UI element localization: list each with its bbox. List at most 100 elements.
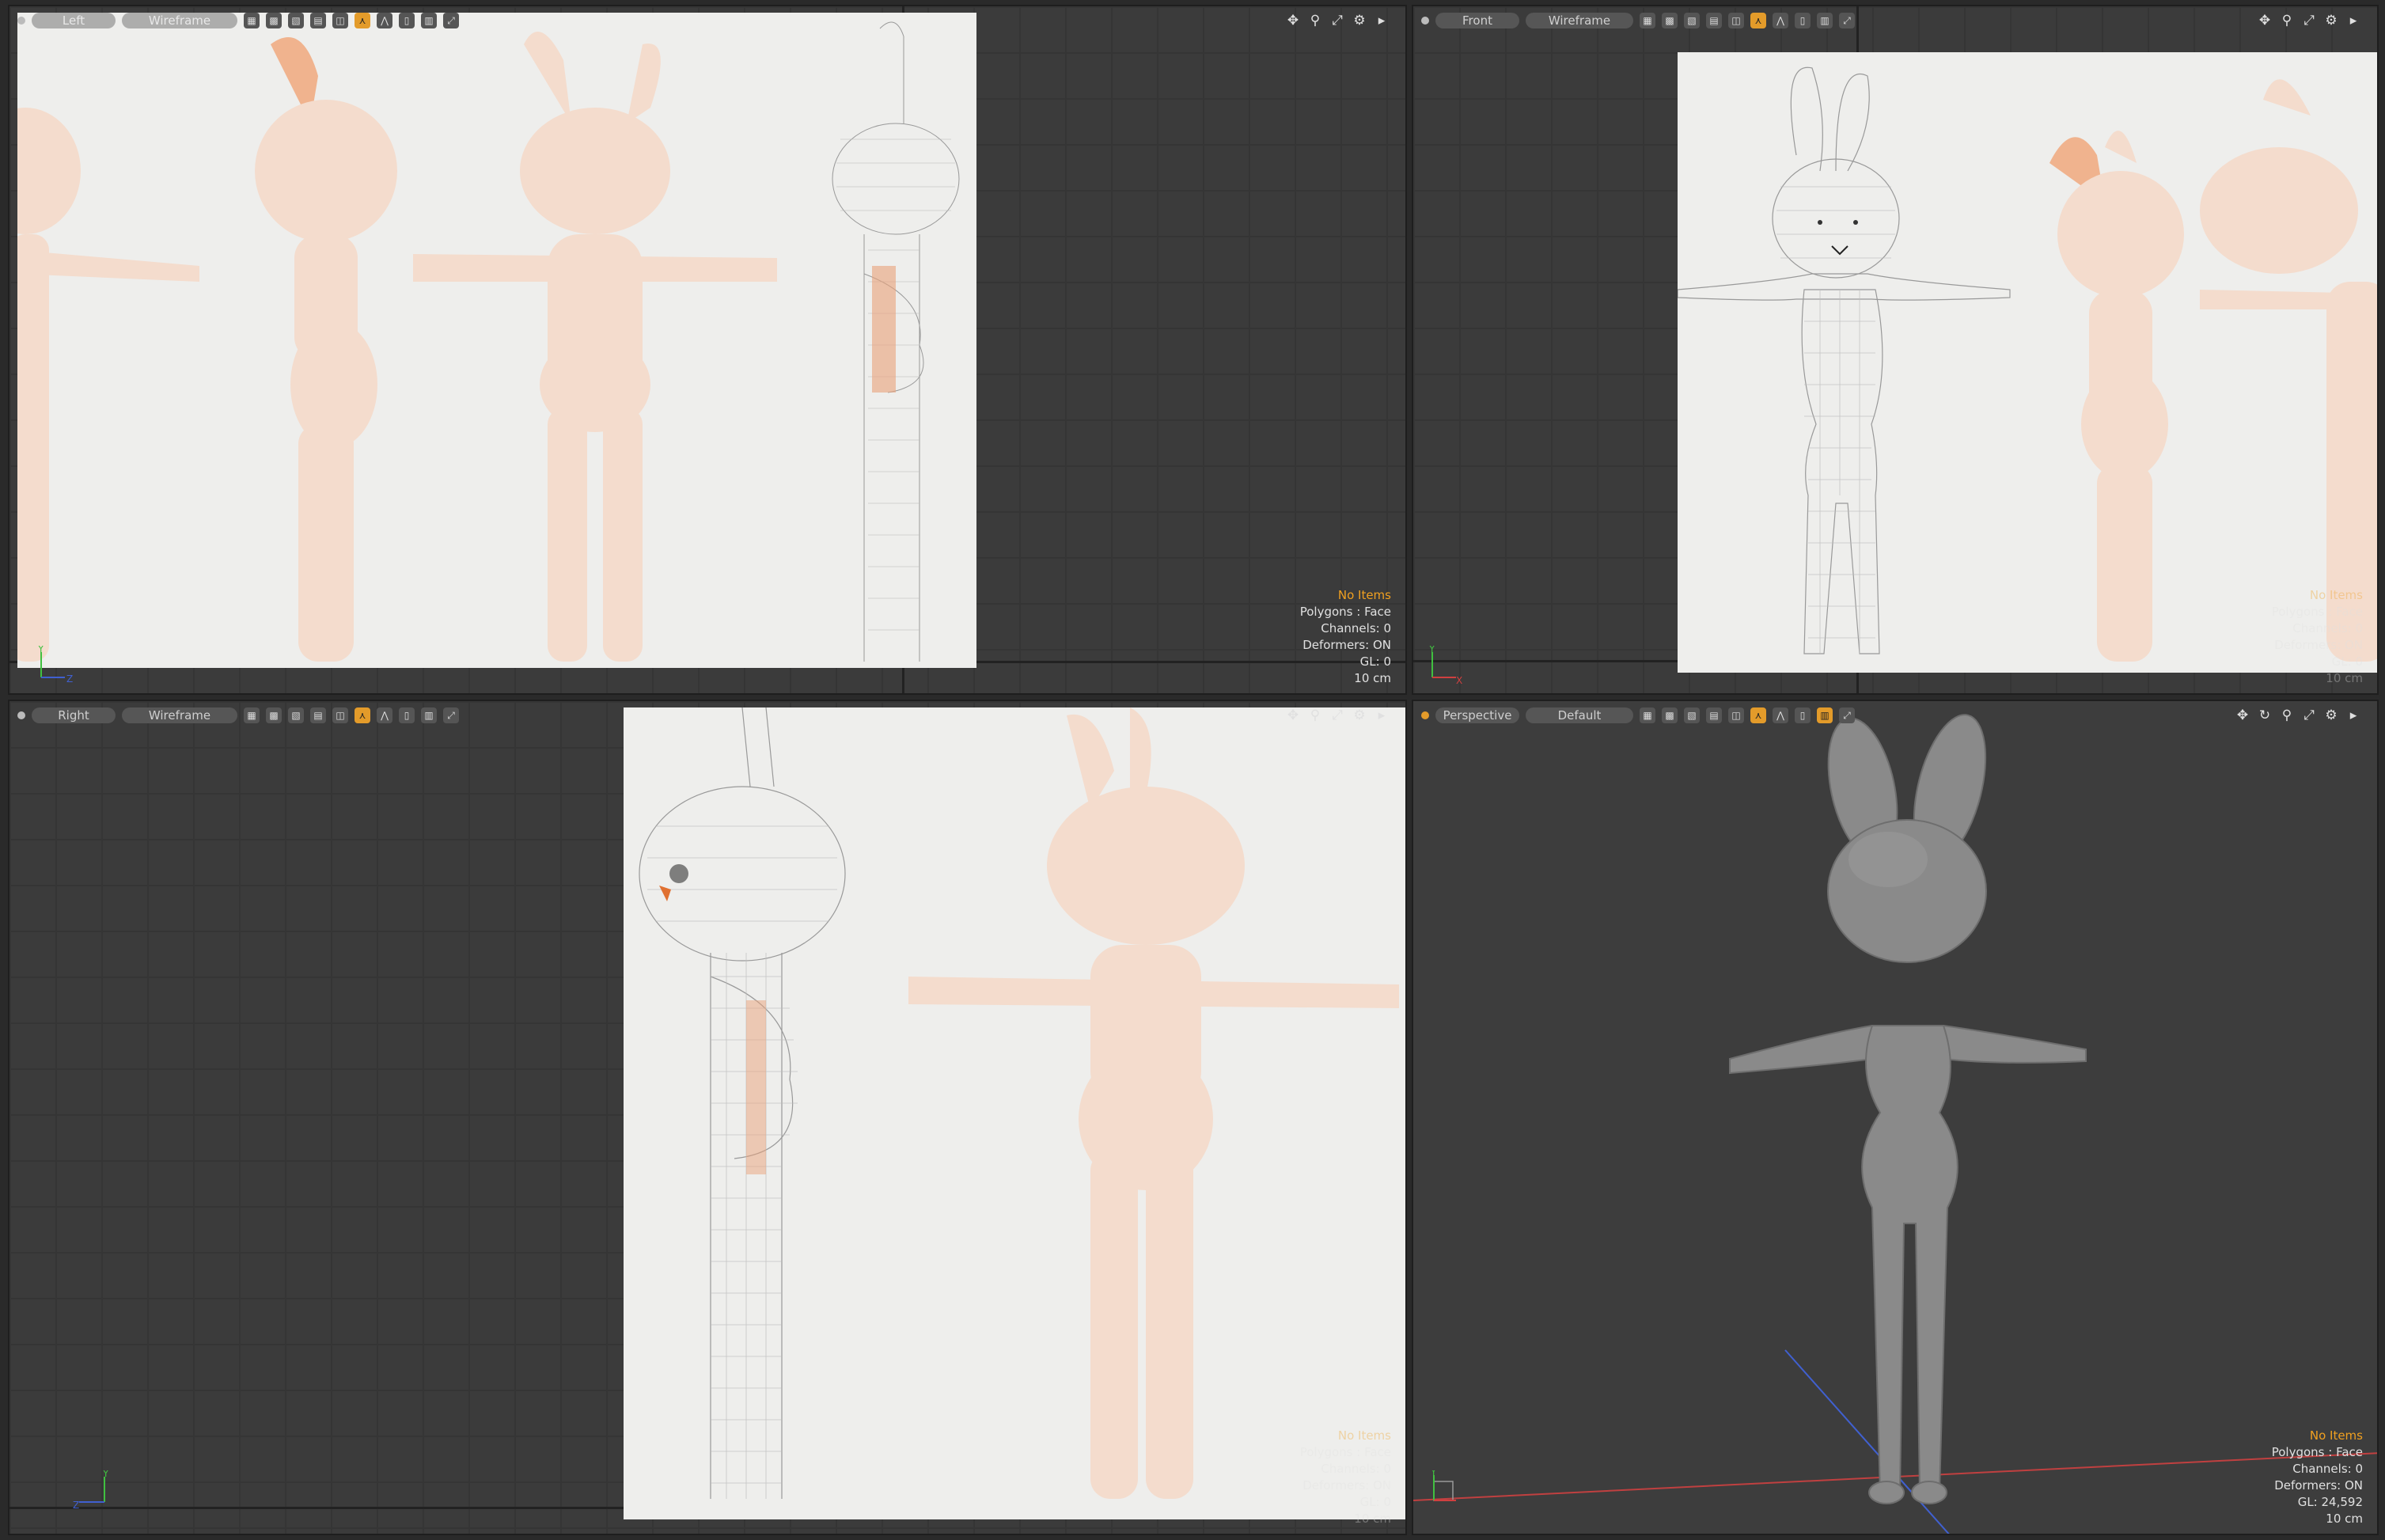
navigation-controls: ✥ ⚲ ⤢ ⚙ ▸ [1285, 707, 1390, 723]
info-polygons: Polygons : Face [2271, 1445, 2363, 1459]
viewport-right[interactable]: Right Wireframe ▦ ▩ ▧ ▤ ◫ ⋏ ⋀ ▯ ▥ ⤢ ✥ ⚲ … [8, 700, 1407, 1535]
lock-toggle-icon[interactable]: ▯ [1795, 707, 1811, 723]
vertices-toggle-icon[interactable]: ▤ [310, 707, 326, 723]
axis-label-y: Y [37, 646, 44, 654]
layers-toggle-icon[interactable]: ▥ [1817, 13, 1833, 28]
viewport-info: No Items Polygons : Face Channels: 0 Def… [2272, 587, 2363, 687]
layers-toggle-icon[interactable]: ▥ [421, 707, 437, 723]
info-scale: 10 cm [1354, 671, 1391, 685]
lock-toggle-icon[interactable]: ▯ [399, 13, 415, 28]
display-toggle-icon[interactable]: ⋏ [355, 13, 370, 28]
info-polygons: Polygons : Face [2271, 605, 2363, 619]
chevron-right-icon[interactable]: ▸ [1374, 707, 1390, 723]
wireframe-toggle-icon[interactable]: ▦ [244, 707, 260, 723]
viewport-menu-dot[interactable] [1421, 17, 1429, 25]
edges-toggle-icon[interactable]: ▧ [288, 13, 304, 28]
wireframe-toggle-icon[interactable]: ▦ [1640, 13, 1655, 28]
edges-toggle-icon[interactable]: ▧ [288, 707, 304, 723]
view-type-dropdown[interactable]: Left [32, 13, 116, 28]
bunny-side-wireframe [639, 707, 1399, 1499]
vertices-toggle-icon[interactable]: ▤ [1706, 707, 1722, 723]
grid-toggle-icon[interactable]: ▩ [1662, 707, 1678, 723]
options-toggle-icon[interactable]: ⤢ [443, 707, 459, 723]
options-toggle-icon[interactable]: ⤢ [1839, 707, 1855, 723]
shading-dropdown[interactable]: Wireframe [122, 13, 237, 28]
pan-icon[interactable]: ✥ [1285, 13, 1301, 28]
axis-label-z: Z [73, 1500, 79, 1510]
snap-toggle-icon[interactable]: ⋀ [1773, 13, 1788, 28]
fit-icon[interactable]: ⤢ [1329, 707, 1345, 723]
zoom-icon[interactable]: ⚲ [1307, 707, 1323, 723]
gear-icon[interactable]: ⚙ [2323, 13, 2339, 28]
fit-icon[interactable]: ⤢ [1329, 13, 1345, 28]
wireframe-toggle-icon[interactable]: ▦ [244, 13, 260, 28]
snap-toggle-icon[interactable]: ⋀ [377, 707, 392, 723]
pan-icon[interactable]: ✥ [2235, 707, 2250, 723]
pan-icon[interactable]: ✥ [2257, 13, 2273, 28]
info-selection: No Items [2309, 1428, 2363, 1443]
chevron-right-icon[interactable]: ▸ [1374, 13, 1390, 28]
pan-icon[interactable]: ✥ [1285, 707, 1301, 723]
axis-gizmo: Y [1430, 1470, 1456, 1501]
viewport-perspective[interactable]: Perspective Default ▦ ▩ ▧ ▤ ◫ ⋏ ⋀ ▯ ▥ ⤢ … [1412, 700, 2379, 1535]
info-selection: No Items [1337, 1428, 1391, 1443]
shading-dropdown[interactable]: Wireframe [1526, 13, 1633, 28]
viewport-menu-dot[interactable] [17, 711, 25, 719]
viewport-toolbar: Right Wireframe ▦ ▩ ▧ ▤ ◫ ⋏ ⋀ ▯ ▥ ⤢ [9, 701, 1405, 730]
view-type-dropdown[interactable]: Perspective [1435, 707, 1519, 723]
snap-toggle-icon[interactable]: ⋀ [377, 13, 392, 28]
display-toggle-icon[interactable]: ⋏ [1750, 13, 1766, 28]
fit-icon[interactable]: ⤢ [2301, 13, 2317, 28]
navigation-controls: ✥ ⚲ ⤢ ⚙ ▸ [2257, 13, 2361, 28]
gear-icon[interactable]: ⚙ [1352, 13, 1367, 28]
viewport-menu-dot[interactable] [17, 17, 25, 25]
backdrop-toggle-icon[interactable]: ◫ [1728, 13, 1744, 28]
shading-dropdown[interactable]: Wireframe [122, 707, 237, 723]
info-gl: GL: 0 [2331, 654, 2363, 669]
grid-toggle-icon[interactable]: ▩ [266, 13, 282, 28]
viewport-menu-dot[interactable] [1421, 711, 1429, 719]
perspective-scene [1413, 714, 2377, 1534]
backdrop-toggle-icon[interactable]: ◫ [1728, 707, 1744, 723]
axis-gizmo: Y Z [73, 1470, 109, 1510]
viewport-info: No Items Polygons : Face Channels: 0 Def… [1300, 1428, 1391, 1527]
chevron-right-icon[interactable]: ▸ [2345, 13, 2361, 28]
zoom-icon[interactable]: ⚲ [2279, 13, 2295, 28]
viewport-toolbar: Left Wireframe ▦ ▩ ▧ ▤ ◫ ⋏ ⋀ ▯ ▥ ⤢ [9, 6, 1405, 35]
zoom-icon[interactable]: ⚲ [1307, 13, 1323, 28]
info-selection: No Items [2309, 588, 2363, 602]
layers-toggle-icon[interactable]: ▥ [421, 13, 437, 28]
info-polygons: Polygons : Face [1299, 1445, 1391, 1459]
backdrop-toggle-icon[interactable]: ◫ [332, 13, 348, 28]
info-channels: Channels: 0 [1321, 1462, 1391, 1476]
orbit-icon[interactable]: ↻ [2257, 707, 2273, 723]
wireframe-toggle-icon[interactable]: ▦ [1640, 707, 1655, 723]
axis-label-y: Y [102, 1470, 109, 1479]
fit-icon[interactable]: ⤢ [2301, 707, 2317, 723]
viewport-left[interactable]: Left Wireframe ▦ ▩ ▧ ▤ ◫ ⋏ ⋀ ▯ ▥ ⤢ ✥ ⚲ ⤢… [8, 5, 1407, 695]
viewport-front[interactable]: Front Wireframe ▦ ▩ ▧ ▤ ◫ ⋏ ⋀ ▯ ▥ ⤢ ✥ ⚲ … [1412, 5, 2379, 695]
backdrop-toggle-icon[interactable]: ◫ [332, 707, 348, 723]
vertices-toggle-icon[interactable]: ▤ [1706, 13, 1722, 28]
view-type-dropdown[interactable]: Right [32, 707, 116, 723]
snap-toggle-icon[interactable]: ⋀ [1773, 707, 1788, 723]
view-type-dropdown[interactable]: Front [1435, 13, 1519, 28]
gear-icon[interactable]: ⚙ [2323, 707, 2339, 723]
lock-toggle-icon[interactable]: ▯ [399, 707, 415, 723]
zoom-icon[interactable]: ⚲ [2279, 707, 2295, 723]
gear-icon[interactable]: ⚙ [1352, 707, 1367, 723]
edges-toggle-icon[interactable]: ▧ [1684, 13, 1700, 28]
shading-dropdown[interactable]: Default [1526, 707, 1633, 723]
vertices-toggle-icon[interactable]: ▤ [310, 13, 326, 28]
chevron-right-icon[interactable]: ▸ [2345, 707, 2361, 723]
grid-toggle-icon[interactable]: ▩ [1662, 13, 1678, 28]
edges-toggle-icon[interactable]: ▧ [1684, 707, 1700, 723]
options-toggle-icon[interactable]: ⤢ [443, 13, 459, 28]
grid-toggle-icon[interactable]: ▩ [266, 707, 282, 723]
info-scale: 10 cm [1354, 1512, 1391, 1526]
options-toggle-icon[interactable]: ⤢ [1839, 13, 1855, 28]
display-toggle-icon[interactable]: ⋏ [1750, 707, 1766, 723]
lock-toggle-icon[interactable]: ▯ [1795, 13, 1811, 28]
layers-toggle-icon[interactable]: ▥ [1817, 707, 1833, 723]
display-toggle-icon[interactable]: ⋏ [355, 707, 370, 723]
